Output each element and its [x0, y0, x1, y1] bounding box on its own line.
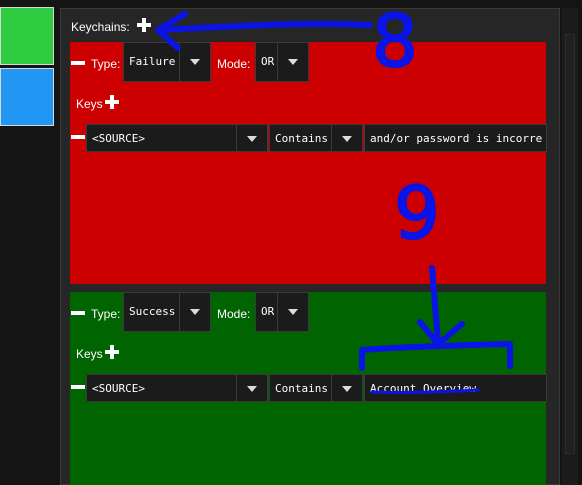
keychains-label: Keychains: — [71, 20, 130, 34]
mode-label: Mode: — [217, 57, 251, 71]
mode-dropdown[interactable]: OR — [255, 42, 309, 82]
scroll-thumb[interactable] — [565, 34, 575, 454]
mode-value: OR — [261, 55, 275, 68]
mode-value: OR — [261, 305, 275, 318]
condition-dropdown[interactable]: Contains — [269, 374, 363, 402]
keys-label: Keys — [76, 347, 103, 361]
source-dropdown[interactable]: <SOURCE> — [86, 124, 268, 152]
type-dropdown[interactable]: Success — [123, 292, 211, 332]
chevron-down-icon[interactable] — [277, 293, 308, 331]
scrollbar[interactable] — [562, 8, 578, 485]
type-label: Type: — [91, 57, 121, 71]
chevron-down-icon[interactable] — [277, 43, 308, 81]
remove-key-icon[interactable] — [71, 135, 85, 139]
source-dropdown[interactable]: <SOURCE> — [86, 374, 268, 402]
add-keychain-icon[interactable] — [137, 18, 151, 32]
condition-value: Contains — [275, 382, 328, 395]
chevron-down-icon[interactable] — [236, 375, 267, 401]
condition-value: Contains — [275, 132, 328, 145]
mode-label: Mode: — [217, 307, 251, 321]
chevron-down-icon[interactable] — [179, 43, 210, 81]
blue-swatch[interactable] — [0, 68, 54, 126]
remove-keychain-icon[interactable] — [71, 61, 85, 65]
key-value-text: Account Overview — [370, 382, 476, 395]
source-value: <SOURCE> — [92, 132, 145, 145]
condition-dropdown[interactable]: Contains — [269, 124, 363, 152]
chevron-down-icon[interactable] — [331, 375, 362, 401]
chevron-down-icon[interactable] — [331, 125, 362, 151]
source-value: <SOURCE> — [92, 382, 145, 395]
key-value-text: and/or password is incorre — [370, 132, 543, 145]
remove-keychain-icon[interactable] — [71, 311, 85, 315]
chevron-down-icon[interactable] — [236, 125, 267, 151]
chevron-down-icon[interactable] — [179, 293, 210, 331]
type-value: Success — [129, 305, 176, 318]
type-dropdown[interactable]: Failure — [123, 42, 211, 82]
add-key-icon[interactable] — [105, 95, 119, 109]
key-value-input[interactable]: and/or password is incorre — [364, 124, 547, 152]
mode-dropdown[interactable]: OR — [255, 292, 309, 332]
type-value: Failure — [129, 55, 176, 68]
add-key-icon[interactable] — [105, 345, 119, 359]
left-column — [0, 0, 58, 485]
remove-key-icon[interactable] — [71, 385, 85, 389]
green-swatch[interactable] — [0, 7, 54, 65]
type-label: Type: — [91, 307, 121, 321]
keys-label: Keys — [76, 97, 103, 111]
key-value-input[interactable]: Account Overview — [364, 374, 547, 402]
